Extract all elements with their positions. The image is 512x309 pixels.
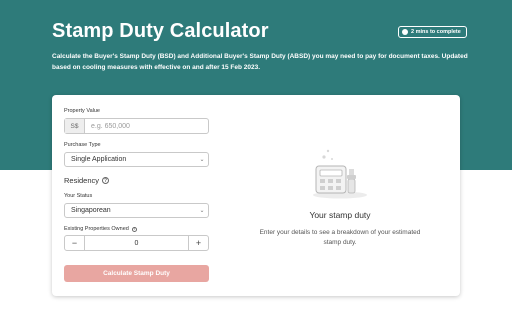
- existing-properties-label: Existing Properties Owned: [64, 226, 129, 232]
- decrement-button[interactable]: −: [65, 236, 85, 250]
- chevron-down-icon: ⌄: [199, 208, 205, 214]
- your-status-value: Singaporean: [71, 207, 111, 214]
- property-value-input[interactable]: e.g. 650,000: [85, 123, 130, 130]
- existing-properties-stepper: − 0 +: [64, 235, 209, 251]
- your-status-select[interactable]: Singaporean ⌄: [64, 203, 209, 218]
- help-icon[interactable]: ?: [131, 226, 137, 232]
- clock-icon: [402, 29, 408, 35]
- existing-properties-input[interactable]: 0: [85, 240, 188, 247]
- result-title: Your stamp duty: [309, 210, 371, 220]
- time-badge: 2 mins to complete: [398, 26, 467, 38]
- existing-properties-label-row: Existing Properties Owned ?: [64, 226, 137, 232]
- purchase-type-value: Single Application: [71, 156, 127, 163]
- calculator-card: Property Value S$ e.g. 650,000 Purchase …: [52, 95, 460, 296]
- result-description: Enter your details to see a breakdown of…: [259, 229, 421, 246]
- chevron-down-icon: ⌄: [199, 157, 205, 163]
- increment-button[interactable]: +: [188, 236, 208, 250]
- page-description: Calculate the Buyer's Stamp Duty (BSD) a…: [52, 53, 468, 71]
- your-status-label: Your Status: [64, 193, 93, 199]
- residency-section: Residency ?: [64, 176, 110, 185]
- calculator-illustration-icon: [313, 149, 367, 199]
- purchase-type-label: Purchase Type: [64, 142, 101, 148]
- help-icon[interactable]: ?: [102, 177, 110, 184]
- calculate-stamp-duty-button[interactable]: Calculate Stamp Duty: [64, 265, 209, 282]
- currency-prefix: S$: [65, 119, 85, 133]
- page-title: Stamp Duty Calculator: [52, 20, 269, 42]
- residency-title: Residency: [64, 176, 100, 185]
- time-badge-label: 2 mins to complete: [411, 29, 461, 35]
- property-value-label: Property Value: [64, 108, 100, 114]
- purchase-type-select[interactable]: Single Application ⌄: [64, 152, 209, 167]
- property-value-field[interactable]: S$ e.g. 650,000: [64, 118, 209, 134]
